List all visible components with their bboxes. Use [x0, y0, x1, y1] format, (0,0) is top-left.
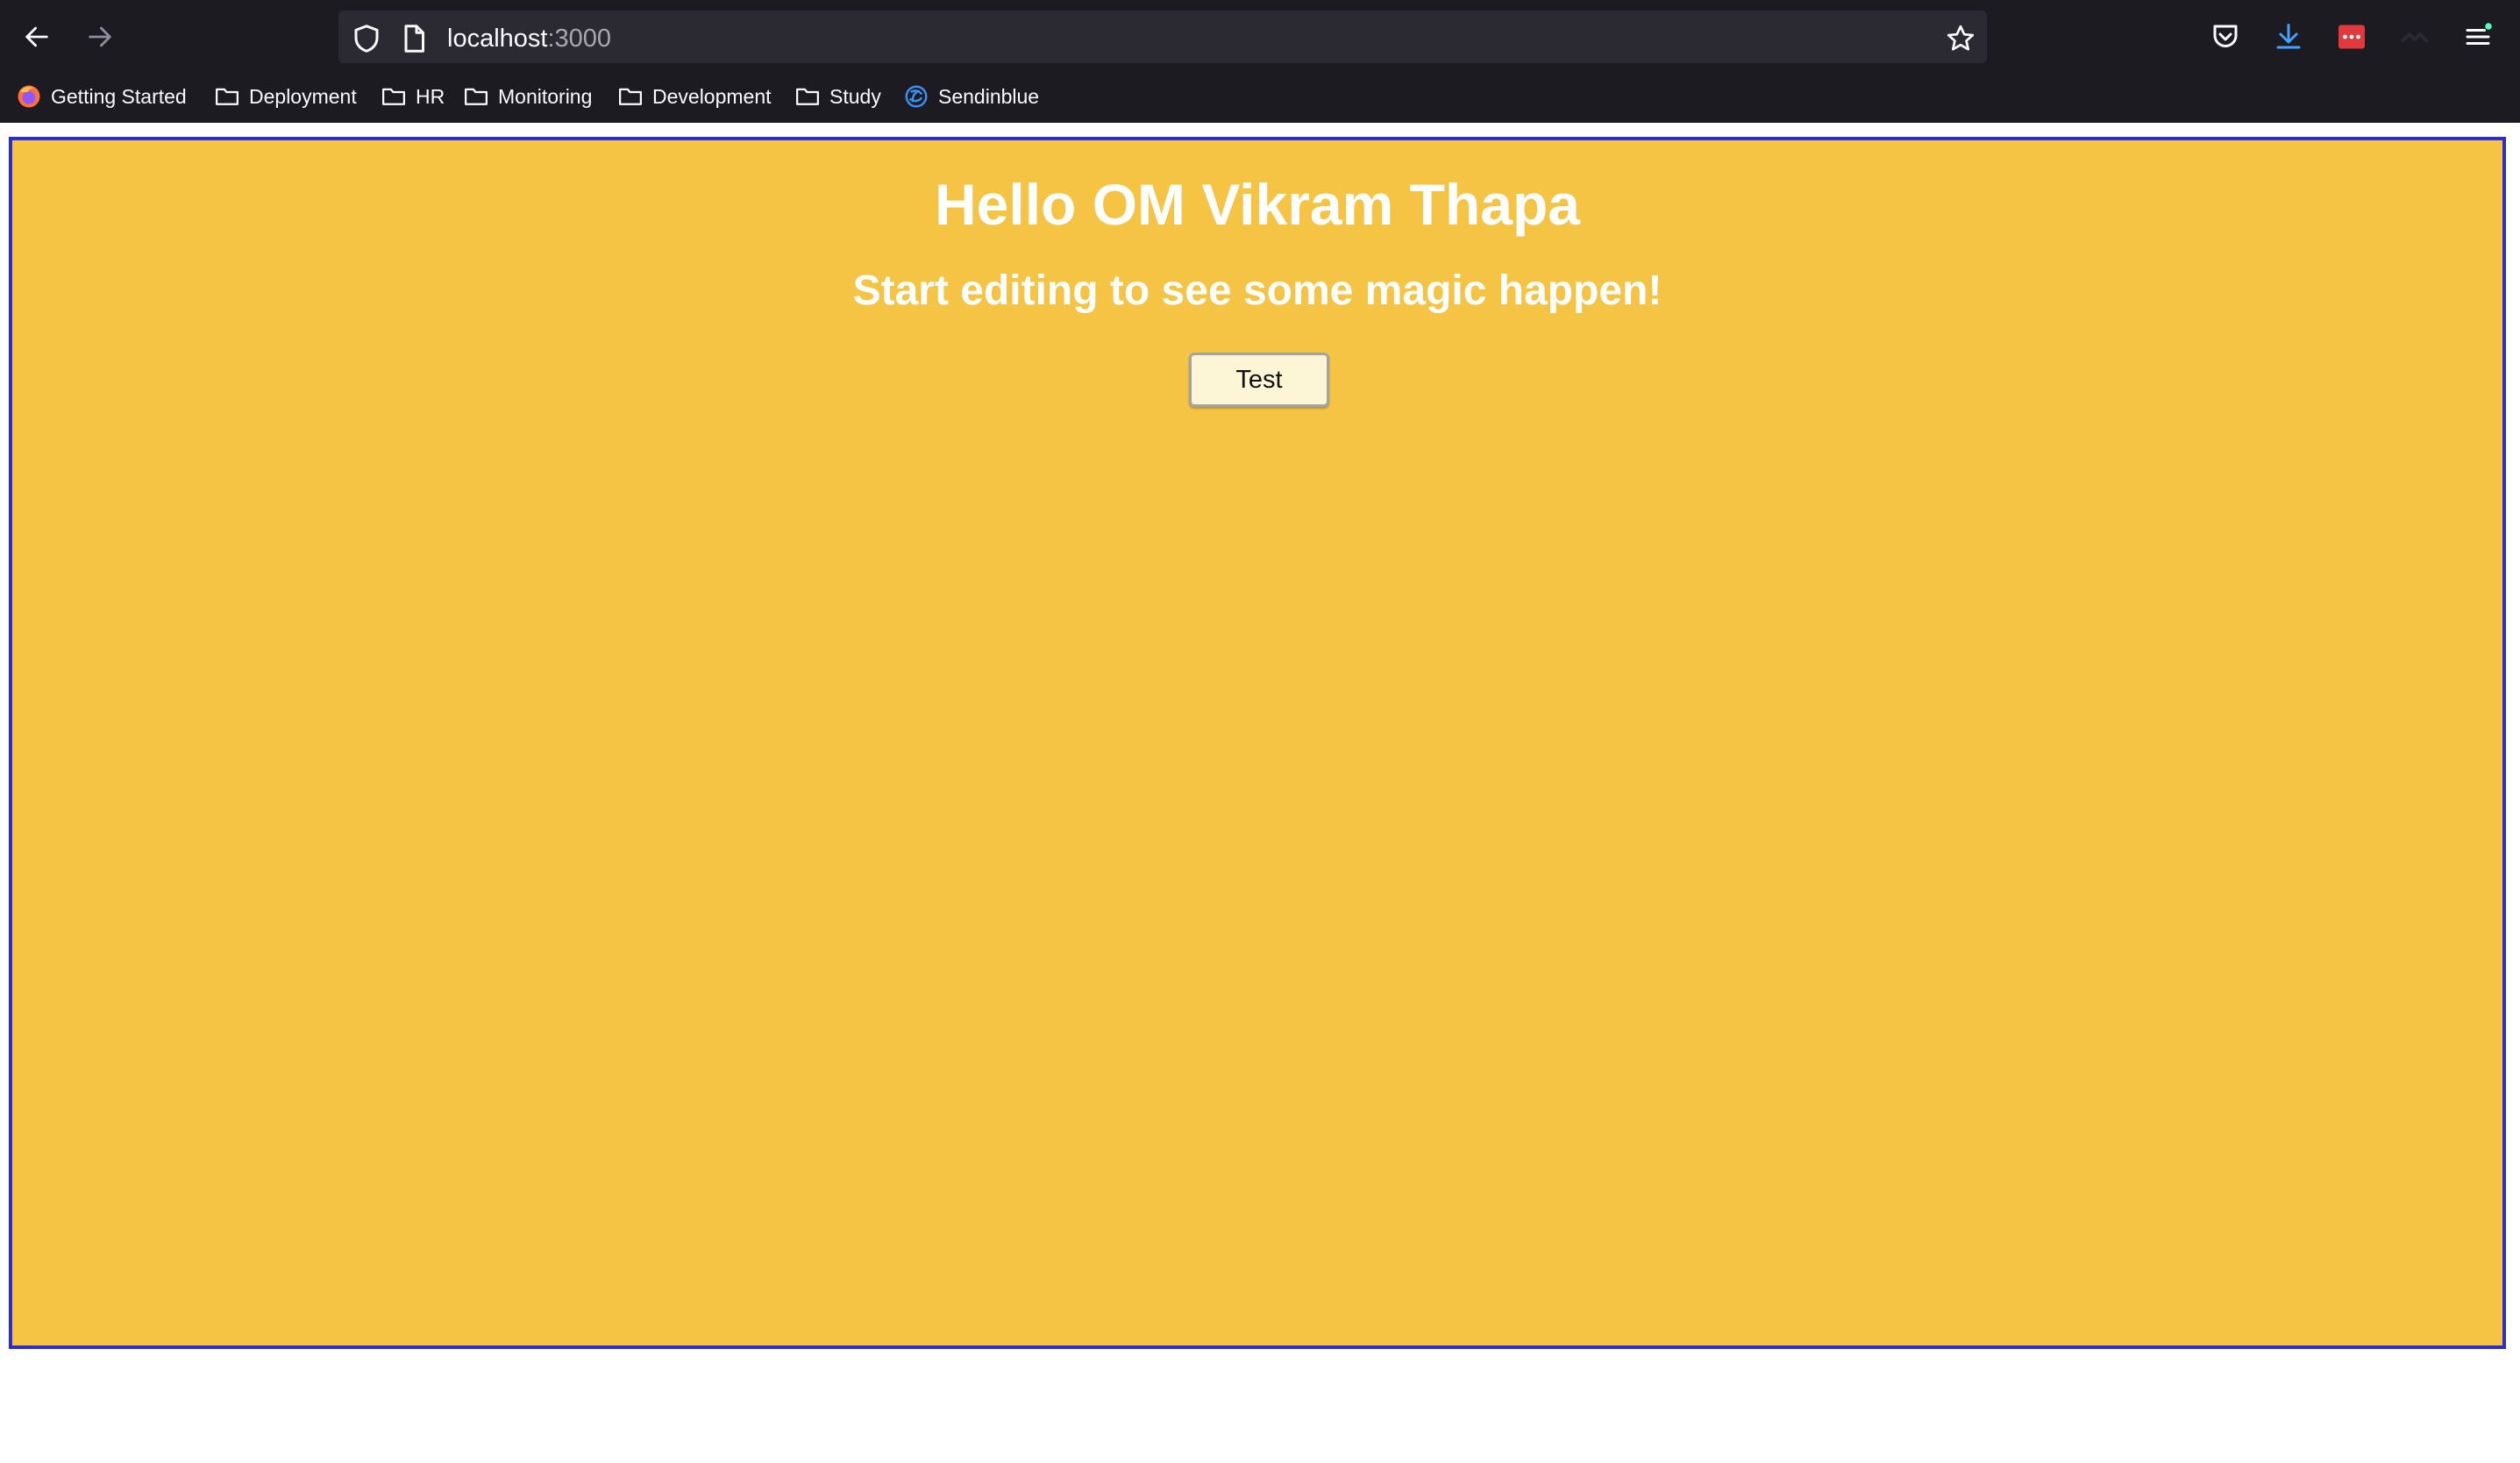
extension-icon	[2338, 25, 2365, 49]
bookmark-label: HR	[416, 84, 445, 108]
bookmark-development[interactable]: Development	[617, 81, 772, 112]
url-text[interactable]: localhost:3000	[447, 22, 611, 55]
forward-button[interactable]	[81, 18, 119, 56]
account-icon	[2401, 32, 2429, 43]
folder-icon	[619, 88, 642, 105]
bookmarks-toolbar: Getting Started Deployment HR Monitoring…	[0, 77, 2520, 116]
app-container: Hello OM Vikram Thapa Start editing to s…	[9, 137, 2506, 1349]
bookmark-label: Monitoring	[498, 84, 593, 108]
bookmark-study[interactable]: Study	[794, 81, 881, 112]
pocket-icon	[2213, 25, 2238, 47]
browser-chrome: localhost:3000 Getting Started Deploymen…	[0, 0, 2520, 123]
bookmark-label: Study	[829, 84, 881, 108]
downloads-button[interactable]	[2271, 19, 2306, 54]
url-bar[interactable]: localhost:3000	[337, 9, 1989, 65]
page-title: Hello OM Vikram Thapa	[935, 172, 1580, 237]
firefox-icon	[18, 85, 40, 108]
star-icon[interactable]	[1945, 23, 1976, 54]
account-button[interactable]	[2397, 19, 2432, 54]
url-host: localhost	[447, 25, 548, 53]
bookmark-sendinblue[interactable]: Sendinblue	[903, 81, 1039, 112]
bookmark-label: Sendinblue	[938, 84, 1040, 108]
bookmark-label: Getting Started	[51, 84, 187, 108]
test-button[interactable]: Test	[1189, 353, 1329, 407]
sendinblue-icon	[905, 85, 928, 108]
folder-icon	[465, 88, 488, 105]
arrow-right-icon	[89, 26, 111, 47]
folder-icon	[382, 88, 405, 105]
bookmark-getting-started[interactable]: Getting Started	[16, 81, 187, 112]
pocket-button[interactable]	[2208, 19, 2243, 54]
hamburger-menu-icon	[2466, 23, 2492, 45]
folder-icon	[216, 88, 238, 105]
folder-icon	[796, 88, 819, 105]
download-icon	[2276, 24, 2301, 49]
bookmark-hr[interactable]: HR	[381, 81, 445, 112]
arrow-left-icon	[25, 26, 48, 47]
back-button[interactable]	[18, 18, 56, 56]
extension-button[interactable]	[2334, 19, 2369, 54]
page-icon[interactable]	[398, 23, 430, 54]
browser-toolbar: localhost:3000	[0, 0, 2520, 74]
page-subtitle: Start editing to see some magic happen!	[852, 268, 1662, 314]
bookmark-deployment[interactable]: Deployment	[214, 81, 357, 112]
bookmark-label: Deployment	[249, 84, 357, 108]
menu-button[interactable]	[2460, 19, 2495, 54]
url-port: :3000	[547, 25, 612, 53]
shield-icon[interactable]	[351, 23, 382, 54]
bookmark-monitoring[interactable]: Monitoring	[463, 81, 592, 112]
bookmark-label: Development	[652, 84, 772, 108]
